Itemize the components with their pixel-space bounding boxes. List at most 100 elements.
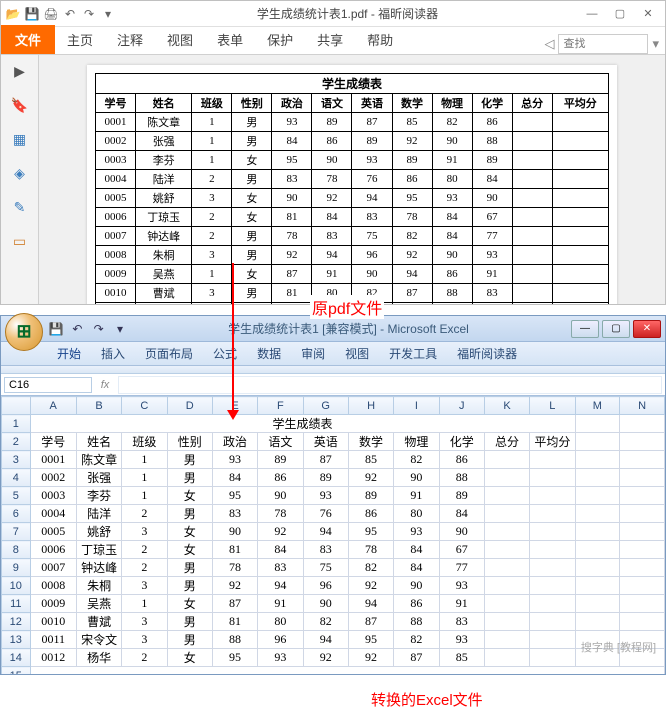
cell[interactable] — [484, 451, 529, 469]
cell[interactable] — [575, 577, 620, 595]
bookmark-icon[interactable]: 🔖 — [10, 95, 30, 115]
cell[interactable] — [620, 595, 665, 613]
cell[interactable]: 80 — [258, 613, 303, 631]
row-header[interactable]: 14 — [2, 649, 31, 667]
cell[interactable] — [575, 451, 620, 469]
cell[interactable]: 英语 — [303, 433, 348, 451]
excel-grid[interactable]: ABCDEFGHIJKLMN 1学生成绩表 2学号姓名班级性别政治语文英语数学物… — [1, 396, 665, 674]
tab-view[interactable]: 视图 — [335, 342, 379, 365]
cell[interactable]: 男 — [167, 577, 212, 595]
cell[interactable]: 95 — [212, 487, 257, 505]
cell[interactable]: 女 — [167, 523, 212, 541]
column-header[interactable]: H — [348, 397, 393, 415]
cell[interactable]: 0005 — [30, 523, 76, 541]
cell[interactable] — [530, 505, 575, 523]
select-all-corner[interactable] — [2, 397, 31, 415]
cell[interactable] — [530, 649, 575, 667]
cell[interactable]: 0001 — [30, 451, 76, 469]
cell[interactable]: 90 — [439, 523, 484, 541]
tab-file[interactable]: 文件 — [1, 25, 55, 54]
cell[interactable]: 96 — [303, 577, 348, 595]
cell[interactable]: 女 — [167, 649, 212, 667]
cell[interactable]: 89 — [348, 487, 393, 505]
cell[interactable]: 84 — [439, 505, 484, 523]
cell[interactable]: 女 — [167, 595, 212, 613]
redo-icon[interactable]: ↷ — [90, 320, 108, 338]
cell[interactable]: 2 — [122, 541, 167, 559]
tab-form[interactable]: 表单 — [205, 25, 255, 54]
save-icon[interactable]: 💾 — [47, 320, 65, 338]
cell[interactable]: 95 — [348, 523, 393, 541]
cell[interactable]: 曹斌 — [76, 613, 121, 631]
cell[interactable]: 76 — [303, 505, 348, 523]
cell[interactable]: 88 — [394, 613, 439, 631]
cell[interactable]: 3 — [122, 577, 167, 595]
cell[interactable]: 92 — [258, 523, 303, 541]
cell[interactable] — [620, 559, 665, 577]
cell[interactable] — [530, 613, 575, 631]
cell[interactable]: 87 — [348, 613, 393, 631]
tab-dev[interactable]: 开发工具 — [379, 342, 447, 365]
cell[interactable]: 87 — [394, 649, 439, 667]
cell[interactable] — [484, 649, 529, 667]
row-header[interactable]: 13 — [2, 631, 31, 649]
cell[interactable]: 85 — [348, 451, 393, 469]
cell[interactable]: 0010 — [30, 613, 76, 631]
cell[interactable]: 化学 — [439, 433, 484, 451]
close-button[interactable]: ✕ — [633, 320, 661, 338]
cell[interactable]: 学号 — [30, 433, 76, 451]
cell[interactable]: 90 — [258, 487, 303, 505]
layers-icon[interactable]: ◈ — [10, 163, 30, 183]
cell[interactable]: 85 — [439, 649, 484, 667]
cell[interactable]: 总分 — [484, 433, 529, 451]
collapse-icon[interactable]: ◁ — [544, 36, 554, 52]
cell[interactable]: 91 — [258, 595, 303, 613]
cell[interactable]: 班级 — [122, 433, 167, 451]
tab-share[interactable]: 共享 — [305, 25, 355, 54]
cell[interactable]: 84 — [258, 541, 303, 559]
cell[interactable]: 96 — [258, 631, 303, 649]
cell[interactable]: 3 — [122, 523, 167, 541]
column-header[interactable]: A — [30, 397, 76, 415]
cell[interactable]: 男 — [167, 613, 212, 631]
cell[interactable]: 张强 — [76, 469, 121, 487]
cell[interactable]: 88 — [212, 631, 257, 649]
cell[interactable]: 89 — [439, 487, 484, 505]
tab-protect[interactable]: 保护 — [255, 25, 305, 54]
cell[interactable] — [620, 505, 665, 523]
cell[interactable]: 95 — [212, 649, 257, 667]
foxit-page-area[interactable]: 学生成绩表 学号姓名班级性别政治语文英语数学物理化学总分平均分 0001陈文章1… — [39, 55, 665, 304]
row-header[interactable]: 6 — [2, 505, 31, 523]
row-header[interactable]: 8 — [2, 541, 31, 559]
cell[interactable] — [620, 433, 665, 451]
row-header[interactable]: 15 — [2, 667, 31, 675]
cell[interactable]: 75 — [303, 559, 348, 577]
cell[interactable]: 语文 — [258, 433, 303, 451]
cell[interactable]: 3 — [122, 631, 167, 649]
tab-help[interactable]: 帮助 — [355, 25, 405, 54]
cell[interactable]: 0006 — [30, 541, 76, 559]
cell[interactable]: 83 — [439, 613, 484, 631]
cell[interactable] — [620, 451, 665, 469]
cell[interactable]: 姓名 — [76, 433, 121, 451]
cell[interactable]: 93 — [303, 487, 348, 505]
cell[interactable]: 89 — [303, 469, 348, 487]
minimize-button[interactable]: — — [571, 320, 599, 338]
cell[interactable]: 93 — [212, 451, 257, 469]
cell[interactable]: 0009 — [30, 595, 76, 613]
cell[interactable] — [575, 487, 620, 505]
cell[interactable] — [530, 631, 575, 649]
cell[interactable]: 83 — [212, 505, 257, 523]
cell[interactable] — [484, 595, 529, 613]
cell[interactable] — [620, 577, 665, 595]
undo-icon[interactable]: ↶ — [68, 320, 86, 338]
redo-icon[interactable]: ↷ — [81, 6, 97, 22]
cell[interactable]: 89 — [258, 451, 303, 469]
column-header[interactable]: J — [439, 397, 484, 415]
cell[interactable]: 92 — [303, 649, 348, 667]
cell[interactable]: 84 — [394, 559, 439, 577]
cell[interactable] — [30, 667, 664, 675]
cell[interactable] — [530, 595, 575, 613]
row-header[interactable]: 10 — [2, 577, 31, 595]
cell[interactable]: 81 — [212, 613, 257, 631]
